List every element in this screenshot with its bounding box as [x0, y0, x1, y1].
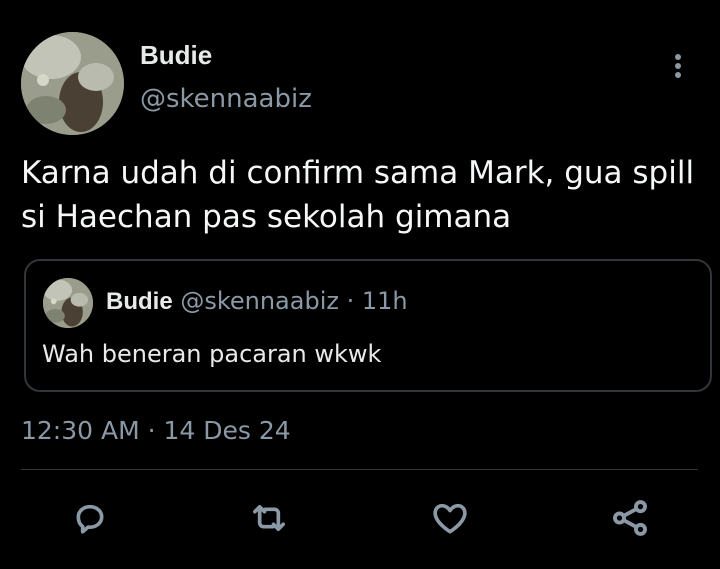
more-options-button[interactable] — [662, 48, 694, 84]
avatar-photo — [21, 32, 124, 135]
heart-icon — [433, 503, 467, 534]
quote-meta: @skennaabiz · 11h — [180, 287, 408, 315]
share-button[interactable] — [608, 496, 652, 540]
reply-icon — [76, 504, 104, 534]
quote-text: Wah beneran pacaran wkwk — [42, 340, 382, 368]
author-handle[interactable]: @skennaabiz — [140, 84, 312, 114]
author-name[interactable]: Budie — [140, 40, 212, 71]
share-icon — [613, 500, 647, 536]
quote-author-name[interactable]: Budie — [106, 288, 173, 315]
retweet-button[interactable] — [247, 496, 291, 540]
quote-header: Budie @skennaabiz · 11h — [106, 287, 408, 316]
retweet-icon — [253, 505, 285, 531]
tweet-timestamp[interactable]: 12:30 AM · 14 Des 24 — [21, 416, 291, 445]
like-button[interactable] — [428, 496, 472, 540]
divider — [21, 469, 698, 470]
quote-author-avatar[interactable] — [43, 278, 93, 328]
tweet-text: Karna udah di confirm sama Mark, gua spi… — [21, 155, 695, 235]
reply-button[interactable] — [68, 496, 112, 540]
author-avatar[interactable] — [21, 32, 124, 135]
quoted-tweet[interactable]: Budie @skennaabiz · 11h Wah beneran paca… — [24, 259, 712, 392]
more-vertical-icon — [675, 54, 681, 78]
avatar-photo — [43, 278, 93, 328]
